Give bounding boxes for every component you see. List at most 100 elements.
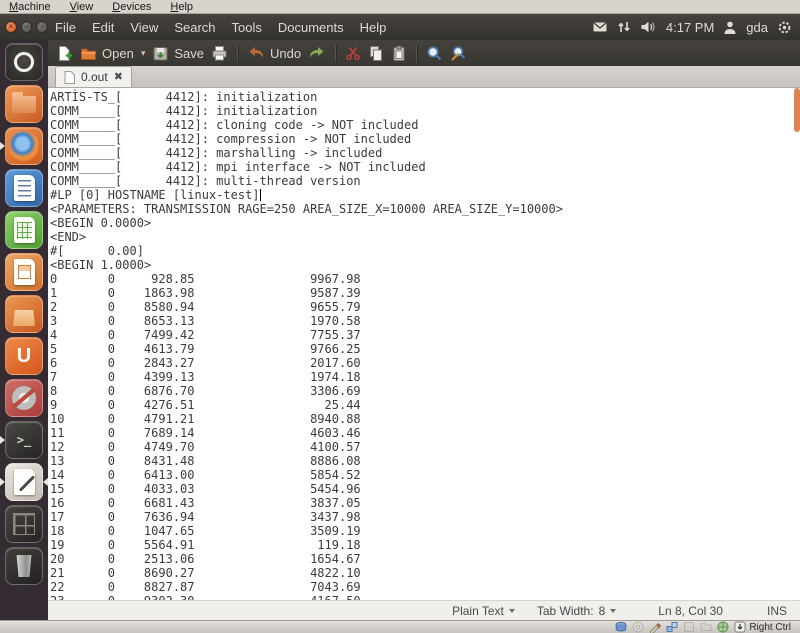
code-line: 8 0 6876.70 3306.69: [50, 384, 800, 398]
code-line: 22 0 8827.87 7043.69: [50, 580, 800, 594]
launcher-item-workspace-switcher[interactable]: [5, 505, 43, 543]
code-line: 13 0 8431.48 8886.08: [50, 454, 800, 468]
gedit-toolbar: Open ▾ Save Undo: [48, 40, 800, 66]
mouse-integration-icon: [734, 621, 746, 633]
network-icon[interactable]: [666, 621, 678, 633]
copy-button[interactable]: [368, 45, 384, 62]
find-replace-button[interactable]: [450, 45, 467, 62]
vbox-menu-item[interactable]: Machine: [9, 1, 51, 13]
writer-icon: [14, 175, 35, 201]
launcher-item-trash[interactable]: [5, 547, 43, 585]
launcher-item-libreoffice-writer[interactable]: [5, 169, 43, 207]
session-gear-icon[interactable]: [777, 20, 792, 35]
code-line: 4 0 7499.42 7755.37: [50, 328, 800, 342]
gedit-menubar: File Edit View Search Tools Documents Help: [55, 20, 386, 35]
tab-0out[interactable]: 0.out ✖: [55, 66, 132, 87]
virtualbox-window: Machine View Devices Help × – ▫ File Edit Vie…: [0, 0, 800, 633]
chevron-down-icon: [509, 609, 515, 616]
save-label: Save: [174, 46, 204, 61]
cut-button[interactable]: [345, 45, 361, 61]
code-line: 6 0 2843.27 2017.60: [50, 356, 800, 370]
maximize-window-button[interactable]: ▫: [36, 21, 48, 33]
undo-button[interactable]: Undo: [247, 45, 301, 61]
menu-item[interactable]: Search: [174, 20, 215, 35]
code-line: COMM_____[ 4412]: cloning code -> NOT in…: [50, 118, 800, 132]
open-label: Open: [102, 46, 134, 61]
files-icon: [12, 96, 36, 113]
unity-launcher: U >_: [0, 40, 48, 620]
launcher-item-files[interactable]: [5, 85, 43, 123]
volume-icon[interactable]: [640, 19, 657, 35]
code-line: COMM_____[ 4412]: marshalling -> include…: [50, 146, 800, 160]
code-line: 11 0 7689.14 4603.46: [50, 426, 800, 440]
username[interactable]: gda: [746, 20, 768, 35]
launcher-item-dash[interactable]: [5, 43, 43, 81]
usb-icon[interactable]: [683, 621, 695, 633]
menu-item[interactable]: View: [130, 20, 158, 35]
display-icon[interactable]: [717, 621, 729, 633]
launcher-item-libreoffice-impress[interactable]: [5, 253, 43, 291]
open-dropdown-caret-icon[interactable]: ▾: [141, 48, 146, 59]
code-line: 9 0 4276.51 25.44: [50, 398, 800, 412]
window-controls: × – ▫: [0, 21, 48, 33]
code-line: #[ 0.00]: [50, 244, 800, 258]
vertical-scrollbar-thumb[interactable]: [794, 88, 800, 132]
clock[interactable]: 4:17 PM: [666, 20, 714, 35]
code-line: 16 0 6681.43 3837.05: [50, 496, 800, 510]
launcher-item-system-settings[interactable]: [5, 379, 43, 417]
toolbar-separator: [237, 45, 238, 62]
network-traffic-icon[interactable]: [617, 19, 631, 35]
trash-icon: [16, 555, 33, 577]
save-button[interactable]: Save: [152, 45, 204, 62]
tab-title: 0.out: [81, 70, 108, 84]
new-document-button[interactable]: [56, 45, 73, 62]
find-button[interactable]: [426, 45, 443, 62]
redo-button[interactable]: [308, 45, 326, 61]
code-line: 2 0 8580.94 9655.79: [50, 300, 800, 314]
launcher-item-libreoffice-calc[interactable]: [5, 211, 43, 249]
hard-disk-icon[interactable]: [615, 621, 627, 633]
mail-icon[interactable]: [592, 19, 608, 35]
shared-folders-icon[interactable]: [700, 621, 712, 633]
launcher-item-ubuntu-one[interactable]: U: [5, 337, 43, 375]
editor-lines: ARTÌS-TS_[ 4412]: initializationCOMM____…: [50, 90, 800, 600]
vbox-menu-item[interactable]: Devices: [112, 1, 151, 13]
launcher-item-terminal[interactable]: >_: [5, 421, 43, 459]
impress-icon: [14, 259, 35, 285]
language-selector[interactable]: Plain Text: [452, 604, 515, 618]
panel-indicators: 4:17 PM gda: [592, 19, 800, 35]
print-button[interactable]: [211, 45, 228, 62]
serial-port-icon[interactable]: [649, 621, 661, 633]
code-line: 10 0 4791.21 8940.88: [50, 412, 800, 426]
menu-item[interactable]: Tools: [232, 20, 262, 35]
code-line: COMM_____[ 4412]: compression -> NOT inc…: [50, 132, 800, 146]
tab-close-icon[interactable]: ✖: [114, 72, 123, 83]
vbox-menu-item[interactable]: Help: [170, 1, 193, 13]
open-button[interactable]: Open: [80, 46, 134, 61]
terminal-icon: >_: [17, 433, 31, 447]
menu-item[interactable]: Help: [360, 20, 387, 35]
optical-disk-icon[interactable]: [632, 621, 644, 633]
menu-item[interactable]: File: [55, 20, 76, 35]
user-icon: [723, 20, 737, 35]
launcher-item-software-center[interactable]: [5, 295, 43, 333]
ubuntu-one-icon: U: [17, 345, 31, 368]
menu-item[interactable]: Documents: [278, 20, 344, 35]
text-cursor: [260, 189, 261, 201]
close-window-button[interactable]: ×: [5, 21, 17, 33]
minimize-window-button[interactable]: –: [21, 21, 33, 33]
code-line: 1 0 1863.98 9587.39: [50, 286, 800, 300]
text-editing-area[interactable]: ARTÌS-TS_[ 4412]: initializationCOMM____…: [48, 88, 800, 600]
gedit-statusbar: Plain Text Tab Width: 8 Ln 8, Col 30 INS: [48, 600, 800, 620]
tab-width-selector[interactable]: Tab Width: 8: [537, 604, 616, 618]
chevron-down-icon: [610, 609, 616, 616]
menu-item[interactable]: Edit: [92, 20, 114, 35]
vbox-menu-item[interactable]: View: [70, 1, 94, 13]
paste-button[interactable]: [391, 45, 407, 62]
launcher-item-firefox[interactable]: [5, 127, 43, 165]
code-line: 15 0 4033.03 5454.96: [50, 482, 800, 496]
launcher-item-gedit[interactable]: [5, 463, 43, 501]
tab-width-value: 8: [599, 604, 606, 618]
guest-desktop: U >_ Open ▾ Save: [0, 40, 800, 620]
gedit-window: Open ▾ Save Undo: [48, 40, 800, 620]
